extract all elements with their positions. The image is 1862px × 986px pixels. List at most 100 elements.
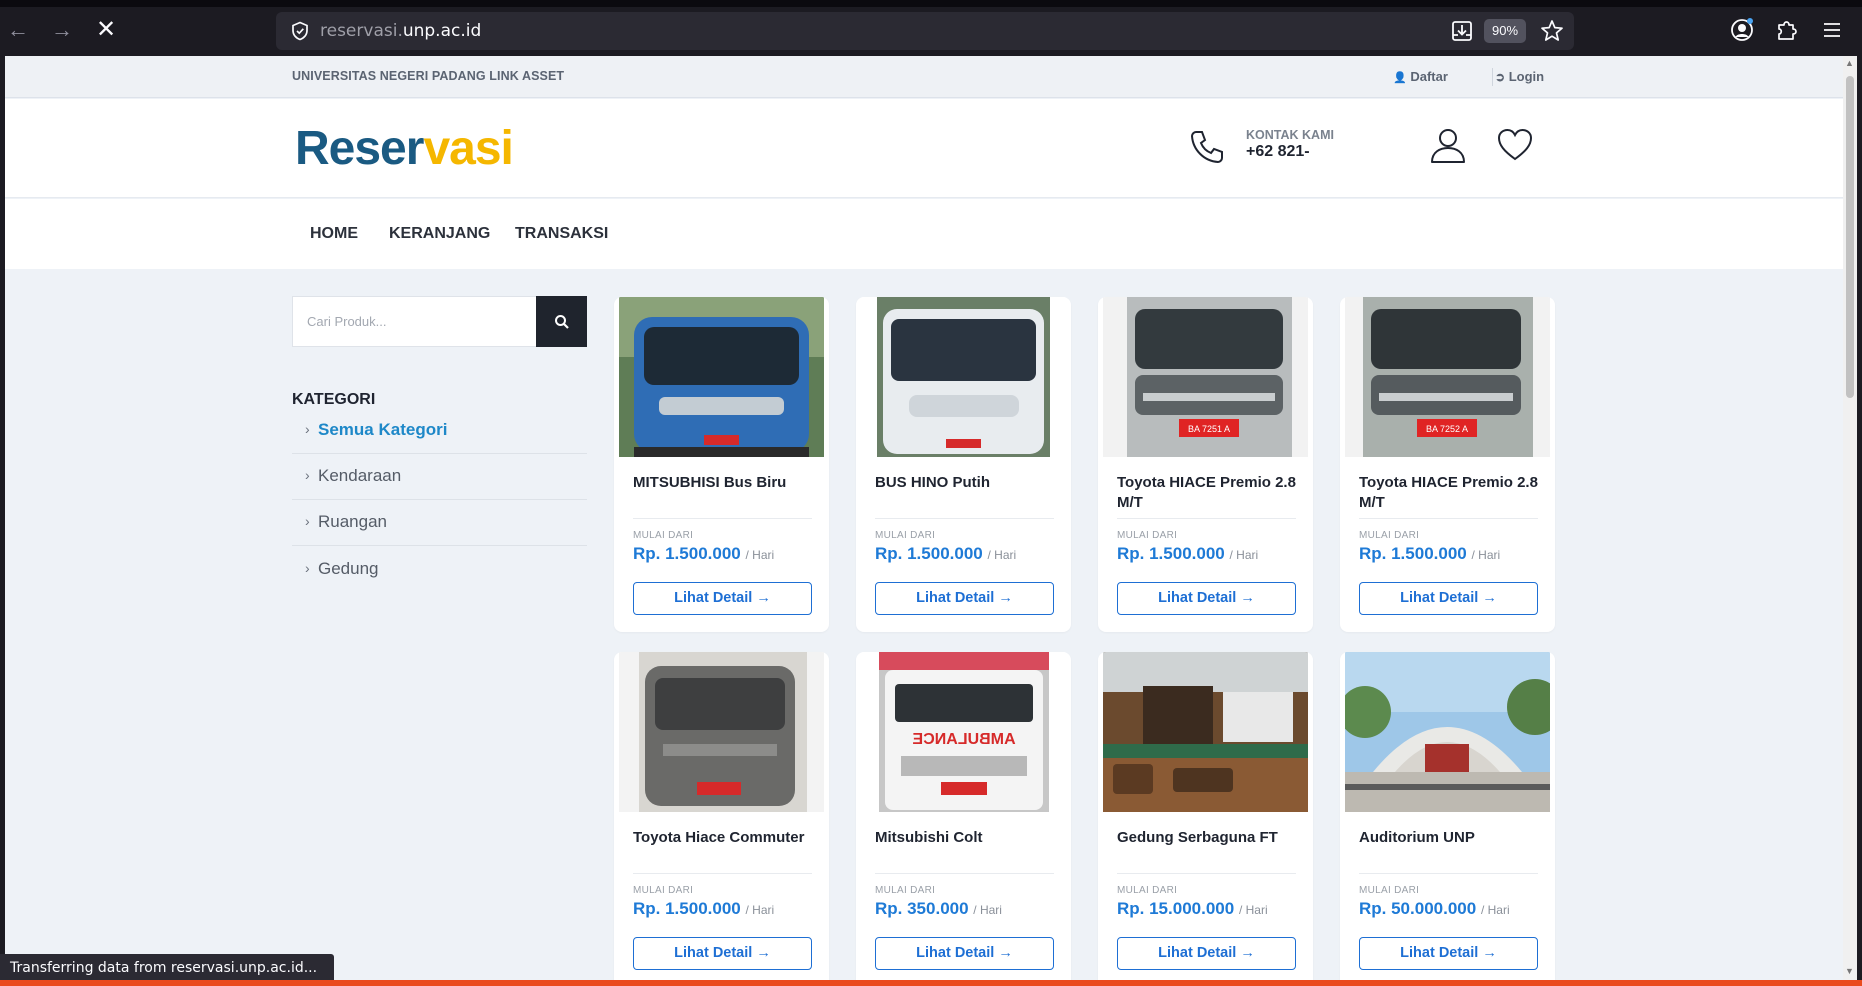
- product-search: [292, 296, 587, 347]
- url-text: reservasi.unp.ac.id: [320, 21, 481, 41]
- product-image-grey-van: [619, 652, 824, 812]
- topbar-divider: [1492, 68, 1493, 86]
- price-caption: MULAI DARI: [633, 530, 694, 541]
- page-viewport: UNIVERSITAS NEGERI PADANG LINK ASSET 👤 D…: [5, 56, 1843, 980]
- product-image-ambulance: AMBULANCE: [861, 652, 1066, 812]
- bookmark-star-icon[interactable]: [1538, 17, 1566, 45]
- product-card[interactable]: BUS HINO Putih MULAI DARI Rp. 1.500.000 …: [856, 297, 1071, 632]
- page-scrollbar[interactable]: ▲ ▼: [1843, 56, 1857, 980]
- stop-loading-icon[interactable]: ✕: [90, 14, 122, 46]
- product-card[interactable]: BA 7251 A Toyota HIACE Premio 2.8 M/T MU…: [1098, 297, 1313, 632]
- lihat-detail-button[interactable]: Lihat Detail →: [1117, 937, 1296, 970]
- zoom-level-button[interactable]: 90%: [1484, 19, 1526, 43]
- product-name: BUS HINO Putih: [875, 474, 990, 491]
- product-card[interactable]: AMBULANCE Mitsubishi Colt MULAI DARI Rp.…: [856, 652, 1071, 980]
- scrollbar-thumb[interactable]: [1846, 76, 1854, 398]
- shield-icon[interactable]: [290, 21, 310, 41]
- price-unit: / Hari: [745, 548, 775, 562]
- price-caption: MULAI DARI: [875, 530, 936, 541]
- product-price: Rp. 1.500.000 / Hari: [1117, 544, 1258, 564]
- contact-label: KONTAK KAMI: [1246, 128, 1334, 142]
- price-unit: / Hari: [1471, 548, 1501, 562]
- daftar-link[interactable]: 👤 Daftar: [1393, 69, 1448, 84]
- product-name: MITSUBHISI Bus Biru: [633, 474, 787, 491]
- price-unit: / Hari: [1480, 903, 1510, 917]
- price-caption: MULAI DARI: [1117, 530, 1178, 541]
- product-price: Rp. 1.500.000 / Hari: [1359, 544, 1500, 564]
- price-value: Rp. 1.500.000: [875, 544, 983, 563]
- price-value: Rp. 1.500.000: [633, 544, 741, 563]
- back-arrow-icon[interactable]: ←: [2, 14, 34, 46]
- category-semua-kategori[interactable]: › Semua Kategori: [292, 408, 587, 454]
- price-unit: / Hari: [1229, 548, 1259, 562]
- product-name: Toyota HIACE Premio 2.8 M/T: [1117, 474, 1296, 511]
- phone-icon: [1190, 131, 1223, 164]
- lihat-detail-button[interactable]: Lihat Detail →: [633, 582, 812, 615]
- card-divider: [875, 518, 1054, 519]
- category-ruangan[interactable]: › Ruangan: [292, 500, 587, 546]
- product-card[interactable]: MITSUBHISI Bus Biru MULAI DARI Rp. 1.500…: [614, 297, 829, 632]
- product-image-silver-van: BA 7251 A: [1103, 297, 1308, 457]
- kategori-heading: KATEGORI: [292, 391, 376, 408]
- category-label: Kendaraan: [318, 466, 402, 485]
- search-input[interactable]: [293, 297, 535, 346]
- category-gedung[interactable]: › Gedung: [292, 547, 587, 593]
- price-unit: / Hari: [973, 903, 1002, 917]
- contact-number[interactable]: +62 821-: [1246, 143, 1310, 161]
- login-link[interactable]: ➲ Login: [1495, 69, 1544, 84]
- scroll-up-icon[interactable]: ▲: [1845, 58, 1854, 68]
- product-card[interactable]: Auditorium UNP MULAI DARI Rp. 50.000.000…: [1340, 652, 1555, 980]
- category-kendaraan[interactable]: › Kendaraan: [292, 454, 587, 500]
- save-to-pocket-icon[interactable]: [1448, 17, 1476, 45]
- product-price: Rp. 1.500.000 / Hari: [875, 544, 1016, 564]
- category-label: Ruangan: [318, 512, 388, 531]
- product-price: Rp. 1.500.000 / Hari: [633, 899, 774, 919]
- lihat-detail-button[interactable]: Lihat Detail →: [1359, 582, 1538, 615]
- nav-transaksi[interactable]: TRANSAKSI: [515, 225, 608, 243]
- lihat-detail-button[interactable]: Lihat Detail →: [875, 582, 1054, 615]
- product-card[interactable]: Gedung Serbaguna FT MULAI DARI Rp. 15.00…: [1098, 652, 1313, 980]
- login-label: Login: [1508, 69, 1545, 84]
- menu-hamburger-icon[interactable]: [1818, 16, 1846, 44]
- lihat-detail-button[interactable]: Lihat Detail →: [1359, 937, 1538, 970]
- price-caption: MULAI DARI: [1117, 885, 1178, 896]
- ambulance-sign-text: AMBULANCE: [912, 731, 1015, 748]
- card-divider: [875, 873, 1054, 874]
- scroll-down-icon[interactable]: ▼: [1845, 966, 1854, 976]
- chevron-right-icon: ›: [305, 421, 310, 437]
- lihat-detail-button[interactable]: Lihat Detail →: [633, 937, 812, 970]
- add-user-icon: 👤: [1393, 72, 1407, 84]
- product-card[interactable]: Toyota Hiace Commuter MULAI DARI Rp. 1.5…: [614, 652, 829, 980]
- url-domain: unp.ac.id: [402, 21, 482, 41]
- browser-toolbar: ← → ✕ reservasi.unp.ac.id 90%: [0, 0, 1862, 56]
- product-price: Rp. 50.000.000 / Hari: [1359, 899, 1510, 919]
- taskbar-edge: [0, 980, 1862, 986]
- reservasi-logo[interactable]: Reservasi: [295, 121, 514, 176]
- site-brand-text: UNIVERSITAS NEGERI PADANG LINK ASSET: [292, 69, 565, 83]
- license-plate-text: BA 7251 A: [1188, 424, 1230, 434]
- browser-status-bar: Transferring data from reservasi.unp.ac.…: [0, 954, 334, 982]
- search-button[interactable]: [536, 296, 587, 347]
- category-label: Semua Kategori: [318, 420, 448, 439]
- address-bar[interactable]: reservasi.unp.ac.id 90%: [276, 12, 1574, 50]
- price-value: Rp. 1.500.000: [633, 899, 741, 918]
- price-value: Rp. 1.500.000: [1117, 544, 1225, 563]
- nav-home[interactable]: HOME: [310, 225, 358, 243]
- logo-part-2: vasi: [423, 122, 513, 175]
- product-image-blue-bus: [619, 297, 824, 457]
- user-account-icon[interactable]: [1428, 125, 1468, 165]
- lihat-detail-button[interactable]: Lihat Detail →: [1117, 582, 1296, 615]
- site-header: Reservasi KONTAK KAMI +62 821-: [5, 99, 1843, 198]
- nav-keranjang[interactable]: KERANJANG: [389, 225, 490, 243]
- product-card[interactable]: BA 7252 A Toyota HIACE Premio 2.8 M/T MU…: [1340, 297, 1555, 632]
- product-name: Auditorium UNP: [1359, 829, 1475, 846]
- extensions-puzzle-icon[interactable]: [1773, 16, 1801, 44]
- card-divider: [633, 518, 812, 519]
- product-image-silver-van: BA 7252 A: [1345, 297, 1550, 457]
- account-icon[interactable]: [1728, 16, 1756, 44]
- lihat-detail-button[interactable]: Lihat Detail →: [875, 937, 1054, 970]
- wishlist-heart-icon[interactable]: [1495, 125, 1535, 165]
- price-unit: / Hari: [987, 548, 1017, 562]
- forward-arrow-icon[interactable]: →: [46, 14, 78, 46]
- product-image-auditorium: [1345, 652, 1550, 812]
